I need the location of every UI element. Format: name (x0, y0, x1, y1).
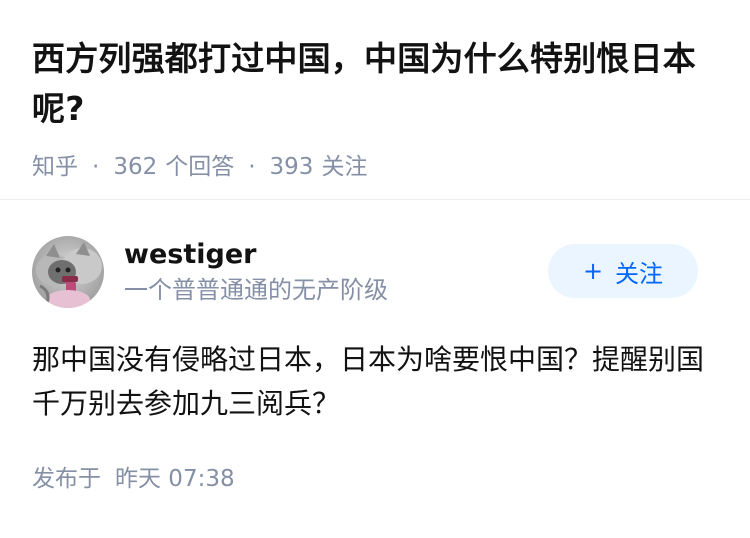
answer-content[interactable]: 那中国没有侵略过日本，日本为啥要恨中国？提醒别国千万别去参加九三阅兵？ (32, 338, 712, 426)
published-time: 昨天 07:38 (115, 466, 235, 492)
meta-separator: · (92, 154, 100, 180)
published-label: 发布于 (32, 466, 101, 492)
avatar-image (32, 236, 104, 308)
question-header: 西方列强都打过中国，中国为什么特别恨日本呢? 知乎 · 362 个回答 · 39… (0, 0, 750, 200)
meta-separator: · (248, 154, 256, 180)
answer-count: 362 (113, 154, 158, 180)
cat-avatar-icon[interactable] (32, 236, 104, 308)
question-title[interactable]: 西方列强都打过中国，中国为什么特别恨日本呢? (32, 34, 718, 134)
follow-count: 393 (269, 154, 314, 180)
zhihu-answer-page: 西方列强都打过中国，中国为什么特别恨日本呢? 知乎 · 362 个回答 · 39… (0, 0, 750, 538)
plus-icon: + (582, 257, 604, 285)
follow-button-label: 关注 (615, 259, 664, 288)
follow-button[interactable]: + 关注 (548, 244, 698, 298)
answer-card: westiger 一个普普通通的无产阶级 + 关注 那中国没有侵略过日本，日本为… (0, 200, 750, 494)
author-info: westiger 一个普普通通的无产阶级 (124, 237, 388, 307)
source-label[interactable]: 知乎 (32, 152, 78, 182)
follow-count-label: 关注 (321, 154, 368, 180)
author-name[interactable]: westiger (124, 237, 388, 273)
answer-publish-time: 发布于 昨天 07:38 (32, 464, 718, 494)
answer-count-label: 个回答 (165, 154, 235, 180)
author-bio: 一个普普通通的无产阶级 (124, 276, 388, 304)
question-meta: 知乎 · 362 个回答 · 393 关注 (32, 152, 718, 182)
author-row: westiger 一个普普通通的无产阶级 + 关注 (32, 234, 718, 310)
